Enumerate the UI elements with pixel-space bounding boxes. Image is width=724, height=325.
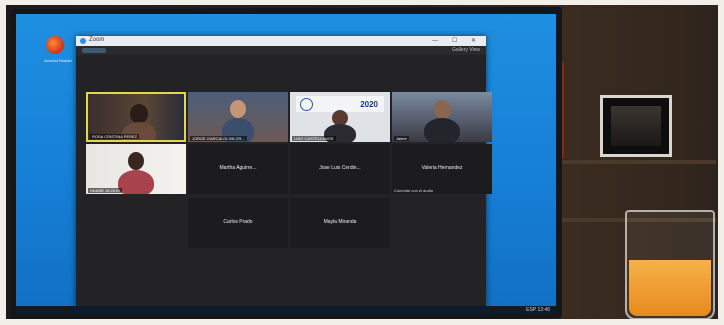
window-controls[interactable]: — ☐ ✕	[432, 37, 482, 44]
participant-tile[interactable]: Carlos Prado	[188, 198, 288, 248]
institution-seal	[300, 98, 313, 111]
juice	[629, 260, 711, 316]
desktop-icon-label: Acrobat Reader	[43, 58, 72, 63]
participant-name: JORGE GARCIA OLIVA CR...	[190, 136, 247, 141]
window-title: Zoom	[89, 37, 105, 43]
glass-of-juice	[625, 210, 715, 320]
participant-tile[interactable]: Jose Luis Cerdin...	[290, 144, 390, 194]
participant-tile[interactable]: 2020 LINO CASTELLANOS	[290, 92, 390, 142]
acrobat-icon[interactable]	[46, 36, 64, 54]
zoom-icon	[80, 38, 86, 44]
photo-scene: Acrobat Reader Zoom — ☐ ✕ Gallery View R…	[0, 0, 724, 325]
participant-name: Carlos Prado	[223, 219, 253, 225]
participant-tile[interactable]: Valeria Hernandez Conectar con el audio	[392, 144, 492, 194]
participant-name: Mayla Miranda	[323, 219, 357, 225]
shelf-top	[556, 160, 716, 164]
audio-status-note: Conectar con el audio	[394, 188, 433, 193]
participant-tile[interactable]: Martha Aguirre...	[188, 144, 288, 194]
system-tray[interactable]: ESP 12:46	[526, 307, 550, 313]
banner-year: 2020	[360, 100, 378, 109]
participant-name: LINO CASTELLANOS	[292, 136, 336, 141]
participant-name: Martha Aguirre...	[219, 165, 257, 171]
windows-taskbar: ESP 12:46	[16, 306, 556, 314]
view-toggle[interactable]: Gallery View	[452, 47, 480, 53]
participant-tile[interactable]: JORGE GARCIA OLIVA CR...	[188, 92, 288, 142]
participant-tile[interactable]: HUANE 18 2019	[86, 144, 186, 194]
participant-tile[interactable]: ROSA CRISTINA PEREZ	[86, 92, 186, 142]
meeting-top-bar: Gallery View	[76, 46, 486, 55]
participant-tile[interactable]: Mayla Miranda	[290, 198, 390, 248]
participant-name: Jaime	[394, 136, 409, 141]
participant-name: HUANE 18 2019	[88, 188, 122, 193]
zoom-window: Zoom — ☐ ✕ Gallery View ROSA CRISTINA PE…	[76, 36, 492, 308]
picture-frame	[600, 95, 672, 157]
participant-name: ROSA CRISTINA PEREZ	[90, 134, 140, 139]
participant-name: Jose Luis Cerdin...	[319, 165, 361, 171]
participant-tile[interactable]: Jaime	[392, 92, 492, 142]
participant-name: Valeria Hernandez	[421, 165, 463, 171]
meeting-info-button[interactable]	[82, 48, 106, 53]
title-bar: Zoom — ☐ ✕	[76, 36, 486, 46]
laptop-screen: Acrobat Reader Zoom — ☐ ✕ Gallery View R…	[16, 14, 556, 314]
